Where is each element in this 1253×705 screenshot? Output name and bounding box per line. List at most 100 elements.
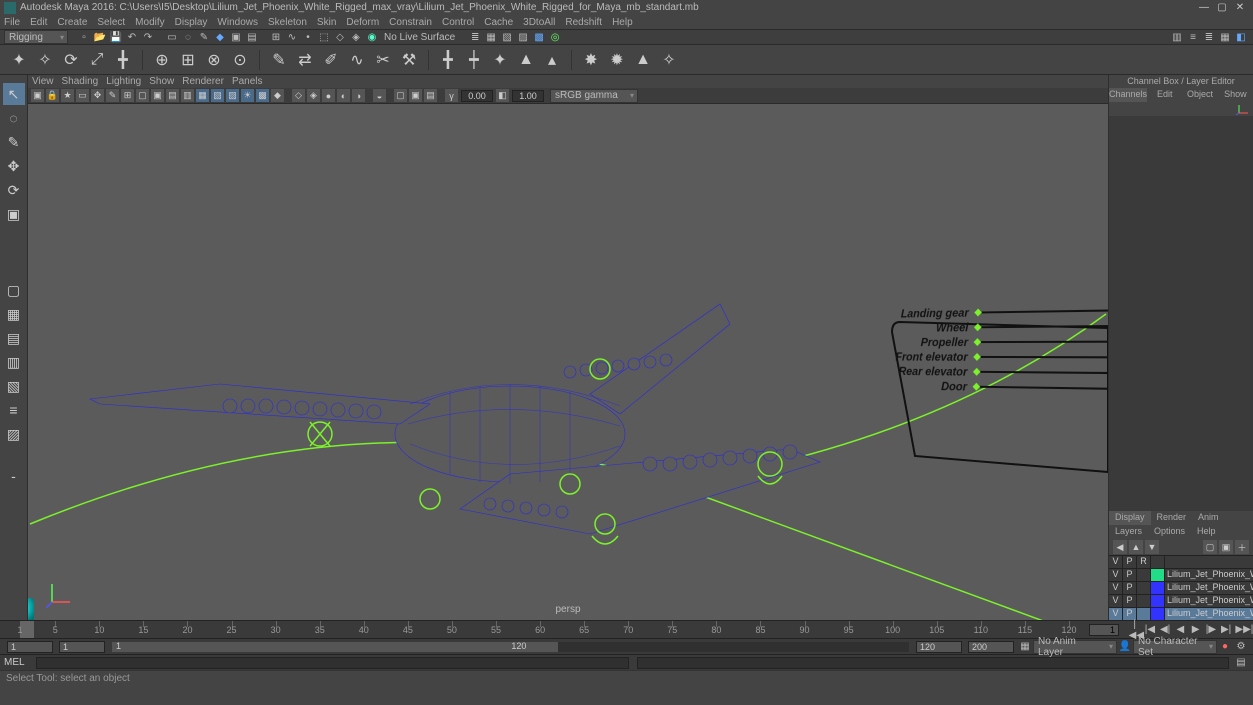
sidebar-toggle-e-icon[interactable]: ◧: [1234, 30, 1248, 44]
shelf-lattice-icon[interactable]: ⊞: [177, 49, 199, 71]
step-fwd-key-icon[interactable]: ▶|: [1220, 624, 1232, 635]
layout-custom-icon[interactable]: -: [3, 465, 25, 487]
shelf-mirror-icon[interactable]: ⇄: [294, 49, 316, 71]
tab-channels[interactable]: Channels: [1109, 88, 1147, 102]
workspace-dropdown[interactable]: Rigging: [4, 30, 68, 44]
vp-ao-icon[interactable]: ●: [322, 89, 335, 102]
tab-object[interactable]: Object: [1182, 88, 1217, 102]
shelf-smooth-icon[interactable]: ∿: [346, 49, 368, 71]
snap-point-icon[interactable]: •: [301, 30, 315, 44]
layer-row[interactable]: VPLilium_Jet_Phoenix_Wh: [1109, 581, 1253, 594]
pb-start-field[interactable]: [59, 641, 105, 653]
new-scene-icon[interactable]: ▫: [77, 30, 91, 44]
shelf-scalec-icon[interactable]: ▲: [515, 49, 537, 71]
menu-help[interactable]: Help: [612, 17, 633, 28]
layout-four-icon[interactable]: ▦: [3, 303, 25, 325]
rotate-tool[interactable]: ⟳: [3, 179, 25, 201]
vp-menu-view[interactable]: View: [32, 76, 54, 87]
shelf-point-icon[interactable]: ┿: [463, 49, 485, 71]
layout-single-icon[interactable]: ▢: [3, 279, 25, 301]
layer-move-up-icon[interactable]: ▲: [1129, 540, 1143, 554]
layout-two-h-icon[interactable]: ▤: [3, 327, 25, 349]
menu-select[interactable]: Select: [97, 17, 125, 28]
layer-add-icon[interactable]: ＋: [1235, 540, 1249, 554]
menu-windows[interactable]: Windows: [217, 17, 258, 28]
layout-three-icon[interactable]: ▧: [3, 375, 25, 397]
menu-deform[interactable]: Deform: [346, 17, 379, 28]
layer-ref-toggle[interactable]: [1137, 569, 1151, 581]
layer-row[interactable]: VPLilium_Jet_Phoenix_Wh: [1109, 594, 1253, 607]
redo-icon[interactable]: ↷: [141, 30, 155, 44]
anim-end-field[interactable]: [968, 641, 1014, 653]
layer-vis-icon[interactable]: ◀: [1113, 540, 1127, 554]
vp-dof-icon[interactable]: ◒: [373, 89, 386, 102]
vp-menu-show[interactable]: Show: [149, 76, 174, 87]
make-live-icon[interactable]: ◉: [365, 30, 379, 44]
layer-new-sel-icon[interactable]: ▣: [1219, 540, 1233, 554]
layer-row[interactable]: VPLilium_Jet_Phoenix_Whit: [1109, 568, 1253, 581]
vp-gamma-field[interactable]: [512, 90, 544, 102]
sidebar-toggle-c-icon[interactable]: ≣: [1202, 30, 1216, 44]
sidebar-toggle-b-icon[interactable]: ≡: [1186, 30, 1200, 44]
char-set-dropdown[interactable]: No Character Set: [1133, 640, 1217, 654]
snap-grid-icon[interactable]: ⊞: [269, 30, 283, 44]
shelf-pole-icon[interactable]: ✸: [580, 49, 602, 71]
layer-vis-toggle[interactable]: V: [1109, 608, 1123, 620]
vp-menu-shading[interactable]: Shading: [62, 76, 99, 87]
shelf-parent-icon[interactable]: ╋: [437, 49, 459, 71]
menu-cache[interactable]: Cache: [484, 17, 513, 28]
vp-expose-b-icon[interactable]: ▣: [409, 89, 422, 102]
vp-cam-select-icon[interactable]: ▣: [31, 89, 44, 102]
menu-file[interactable]: File: [4, 17, 20, 28]
layer-ref-toggle[interactable]: [1137, 582, 1151, 594]
menu-skin[interactable]: Skin: [317, 17, 336, 28]
range-slider[interactable]: 1 120: [112, 642, 909, 652]
command-input[interactable]: [36, 657, 629, 669]
vp-menu-lighting[interactable]: Lighting: [106, 76, 141, 87]
tab-anim[interactable]: Anim: [1192, 511, 1225, 525]
play-fwd-icon[interactable]: ▶: [1190, 624, 1202, 635]
step-back-icon[interactable]: ◀|: [1159, 624, 1171, 635]
snap-curve-icon[interactable]: ∿: [285, 30, 299, 44]
sel-mask-icon[interactable]: ▣: [229, 30, 243, 44]
shelf-cluster-icon[interactable]: ⊗: [203, 49, 225, 71]
vp-res-gate-icon[interactable]: ▣: [151, 89, 164, 102]
manip-axes-icon[interactable]: [1236, 103, 1250, 115]
cmd-lang-label[interactable]: MEL: [4, 657, 32, 668]
shelf-move-icon[interactable]: ✧: [34, 49, 56, 71]
shelf-joint-icon[interactable]: ╋: [112, 49, 134, 71]
vp-2d-pan-icon[interactable]: ✥: [91, 89, 104, 102]
ipr-icon[interactable]: ▧: [500, 30, 514, 44]
vp-grease-icon[interactable]: ✎: [106, 89, 119, 102]
minimize-button[interactable]: —: [1195, 2, 1213, 13]
render-view-icon[interactable]: ▦: [484, 30, 498, 44]
sel-mask2-icon[interactable]: ▤: [245, 30, 259, 44]
save-scene-icon[interactable]: 💾: [109, 30, 123, 44]
layer-play-toggle[interactable]: P: [1123, 569, 1137, 581]
layer-color-swatch[interactable]: [1151, 569, 1165, 581]
viewport[interactable]: Landing gear Wheel Propeller Front eleva…: [28, 104, 1108, 620]
tab-edit[interactable]: Edit: [1147, 88, 1182, 102]
maximize-button[interactable]: ▢: [1213, 2, 1231, 13]
vp-safe-icon[interactable]: ▥: [181, 89, 194, 102]
lasso-tool[interactable]: ◌: [3, 107, 25, 129]
menu-control[interactable]: Control: [442, 17, 474, 28]
vp-exposure-field[interactable]: [461, 90, 493, 102]
vp-textured-icon[interactable]: ▨: [226, 89, 239, 102]
script-editor-icon[interactable]: ▤: [1234, 656, 1248, 670]
tab-options[interactable]: Options: [1148, 525, 1191, 539]
char-set-icon[interactable]: 👤: [1118, 640, 1132, 654]
vp-menu-panels[interactable]: Panels: [232, 76, 263, 87]
shelf-edit-icon[interactable]: ✐: [320, 49, 342, 71]
open-scene-icon[interactable]: 📂: [93, 30, 107, 44]
select-tool[interactable]: ↖: [3, 83, 25, 105]
anim-layer-dropdown[interactable]: No Anim Layer: [1033, 640, 1117, 654]
tab-help[interactable]: Help: [1191, 525, 1222, 539]
anim-start-field[interactable]: [7, 641, 53, 653]
menu-3dtoall[interactable]: 3DtoAll: [523, 17, 555, 28]
vp-shadow-icon[interactable]: ▩: [256, 89, 269, 102]
menu-display[interactable]: Display: [175, 17, 208, 28]
vp-smooth-icon[interactable]: ▧: [211, 89, 224, 102]
shelf-aim-icon[interactable]: ▴: [541, 49, 563, 71]
sel-hilite-icon[interactable]: ◆: [213, 30, 227, 44]
